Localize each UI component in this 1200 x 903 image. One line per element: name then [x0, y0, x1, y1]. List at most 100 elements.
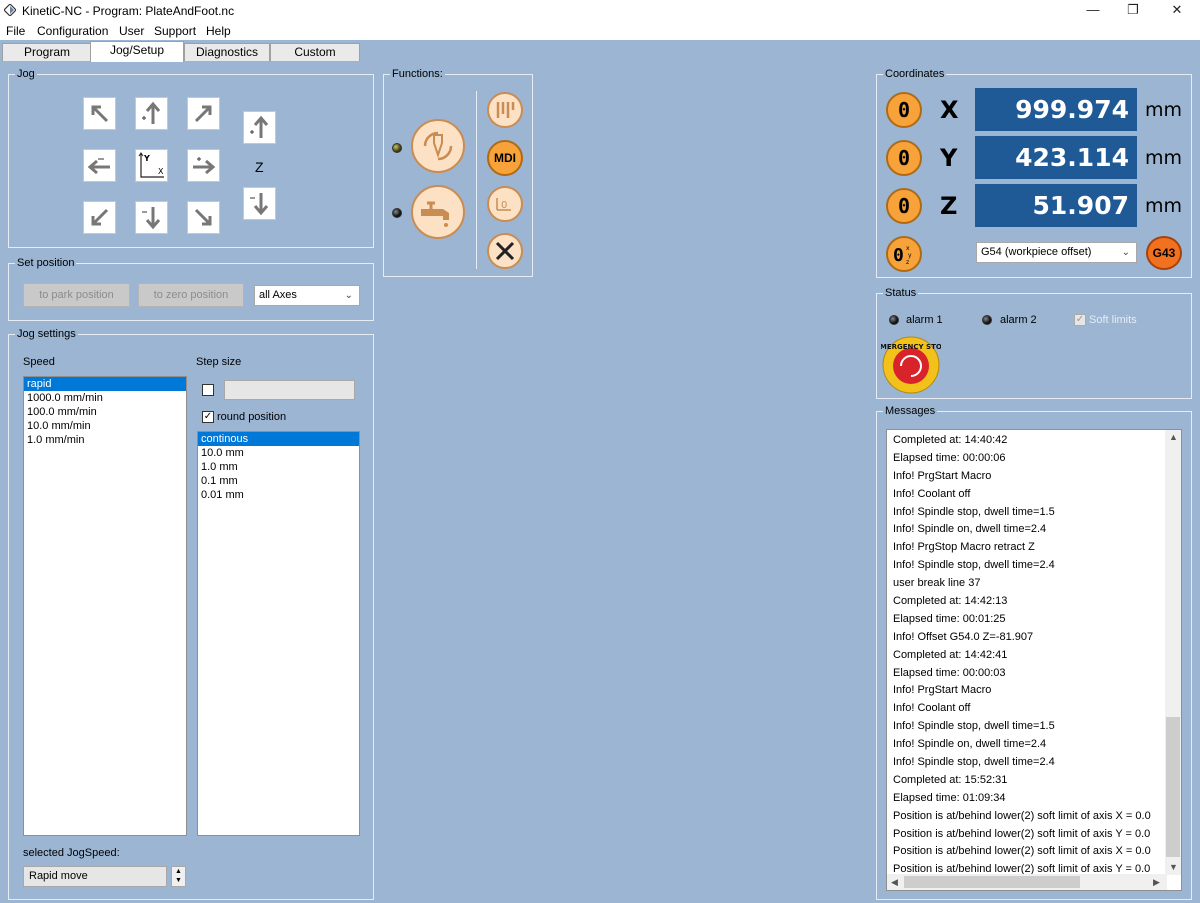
step-option[interactable]: 0.1 mm — [198, 474, 359, 488]
speed-option[interactable]: 100.0 mm/min — [24, 405, 186, 419]
menu-support[interactable]: Support — [154, 24, 196, 38]
restore-button[interactable]: ❐ — [1110, 0, 1156, 22]
round-position-label: round position — [217, 411, 287, 423]
mdi-button[interactable]: MDI — [487, 140, 523, 176]
tab-program[interactable]: Program — [2, 43, 92, 61]
menu-file[interactable]: File — [6, 24, 25, 38]
speed-option[interactable]: 10.0 mm/min — [24, 419, 186, 433]
jogspeed-spinner[interactable]: ▲ ▼ — [171, 866, 186, 887]
messages-vertical-scrollbar[interactable]: ▲ ▼ — [1165, 430, 1181, 875]
work-offset-select[interactable]: G54 (workpiece offset) ⌄ — [976, 242, 1137, 263]
jog-down-left-button[interactable] — [83, 201, 116, 234]
tab-diagnostics[interactable]: Diagnostics — [184, 43, 270, 61]
message-item: Info! Spindle on, dwell time=2.4 — [893, 523, 1047, 536]
speed-option[interactable]: rapid — [24, 377, 186, 391]
step-option[interactable]: continous — [198, 432, 359, 446]
z-position-readout: 51.907 — [975, 184, 1137, 227]
status-title: Status — [883, 286, 919, 300]
message-item: Info! Spindle stop, dwell time=1.5 — [893, 505, 1055, 518]
jog-down-right-button[interactable] — [187, 201, 220, 234]
axes-select[interactable]: all Axes ⌄ — [254, 285, 360, 306]
jog-group: Jog YX Z — [8, 67, 374, 248]
step-size-input[interactable] — [224, 380, 355, 400]
arrow-up-plus-icon — [142, 101, 161, 124]
zero-z-button[interactable]: 0 — [886, 188, 922, 224]
jog-z-minus-button[interactable] — [243, 187, 276, 220]
jog-up-right-button[interactable] — [187, 97, 220, 130]
zero-x-button[interactable]: 0 — [886, 92, 922, 128]
title-bar: KinetiC-NC - Program: PlateAndFoot.nc — … — [0, 0, 1200, 22]
tab-jog-setup[interactable]: Jog/Setup — [90, 41, 184, 62]
message-item: Completed at: 14:42:13 — [893, 595, 1008, 608]
arrow-down-minus-icon — [250, 193, 269, 216]
message-item: Elapsed time: 00:01:25 — [893, 612, 1006, 625]
messages-list[interactable]: Completed at: 14:40:42 Elapsed time: 00:0… — [886, 429, 1182, 891]
message-item: Info! Spindle stop, dwell time=2.4 — [893, 559, 1055, 572]
jog-up-left-button[interactable] — [83, 97, 116, 130]
jog-z-plus-button[interactable] — [243, 111, 276, 144]
x-unit-label: mm — [1145, 99, 1183, 121]
speed-option[interactable]: 1.0 mm/min — [24, 433, 186, 447]
z-axis-label: Z — [255, 159, 264, 175]
step-option[interactable]: 1.0 mm — [198, 460, 359, 474]
window-title: KinetiC-NC - Program: PlateAndFoot.nc — [22, 4, 235, 18]
tool-change-button[interactable] — [487, 92, 523, 128]
speed-listbox[interactable]: rapid 1000.0 mm/min 100.0 mm/min 10.0 mm… — [23, 376, 187, 836]
xy-x-label: X — [158, 167, 164, 176]
step-option[interactable]: 10.0 mm — [198, 446, 359, 460]
message-item: Elapsed time: 00:00:03 — [893, 666, 1006, 679]
probe-zero-icon: 0 — [496, 198, 511, 211]
messages-title: Messages — [883, 404, 938, 418]
status-group: Status alarm 1 alarm 2 ✓ Soft limits EME… — [875, 286, 1192, 399]
scroll-left-icon[interactable]: ◀ — [891, 877, 898, 888]
coolant-tap-icon — [421, 201, 449, 227]
arrow-up-right-icon — [194, 105, 212, 123]
emergency-stop-button[interactable]: EMERGENCY STOP — [875, 336, 947, 394]
message-item: Info! Spindle on, dwell time=2.4 — [893, 738, 1047, 751]
step-size-listbox[interactable]: continous 10.0 mm 1.0 mm 0.1 mm 0.01 mm — [197, 431, 360, 836]
message-item: Elapsed time: 00:00:06 — [893, 451, 1006, 464]
coolant-led — [392, 208, 402, 218]
settings-button[interactable] — [487, 233, 523, 269]
menu-user[interactable]: User — [119, 24, 144, 38]
step-size-checkbox[interactable] — [202, 384, 214, 396]
jog-y-minus-button[interactable] — [135, 201, 168, 234]
axis-y-label: Y — [940, 144, 958, 172]
soft-limits-checkbox[interactable]: ✓ — [1074, 314, 1086, 326]
close-button[interactable]: ✕ — [1154, 0, 1200, 22]
axis-z-label: Z — [940, 192, 958, 220]
jog-x-minus-button[interactable] — [83, 149, 116, 182]
functions-divider — [476, 91, 477, 269]
axes-select-value: all Axes — [259, 289, 297, 301]
menu-help[interactable]: Help — [206, 24, 231, 38]
messages-horizontal-scrollbar[interactable]: ◀ ▶ — [887, 874, 1167, 890]
probe-zero-button[interactable]: 0 — [487, 186, 523, 222]
jog-y-plus-button[interactable] — [135, 97, 168, 130]
selected-jogspeed-value[interactable]: Rapid move — [23, 866, 167, 887]
scroll-up-icon[interactable]: ▲ — [1169, 432, 1178, 442]
message-item: Info! PrgStop Macro retract Z — [893, 541, 1035, 554]
horizontal-scroll-thumb[interactable] — [904, 876, 1080, 888]
to-zero-position-button[interactable]: to zero position — [138, 283, 244, 307]
jog-x-plus-button[interactable] — [187, 149, 220, 182]
round-position-checkbox[interactable]: ✓ — [202, 411, 214, 423]
vertical-scroll-thumb[interactable] — [1166, 717, 1180, 857]
zero-all-axes-button[interactable]: 0xyz — [886, 236, 922, 272]
speed-option[interactable]: 1000.0 mm/min — [24, 391, 186, 405]
g43-button[interactable]: G43 — [1146, 236, 1182, 270]
scroll-down-icon[interactable]: ▼ — [1169, 862, 1178, 872]
tab-custom[interactable]: Custom — [270, 43, 360, 61]
y-position-readout: 423.114 — [975, 136, 1137, 179]
arrow-up-left-icon — [91, 105, 109, 123]
coolant-button[interactable] — [411, 185, 465, 239]
arrow-down-right-icon — [194, 208, 212, 226]
spindle-button[interactable] — [411, 119, 465, 173]
zero-y-button[interactable]: 0 — [886, 140, 922, 176]
to-park-position-button[interactable]: to park position — [23, 283, 130, 307]
menu-configuration[interactable]: Configuration — [37, 24, 108, 38]
step-option[interactable]: 0.01 mm — [198, 488, 359, 502]
scroll-right-icon[interactable]: ▶ — [1153, 877, 1160, 888]
menu-bar: File Configuration User Support Help — [0, 22, 1200, 40]
message-item: Info! PrgStart Macro — [893, 469, 992, 482]
jog-title: Jog — [15, 67, 37, 81]
